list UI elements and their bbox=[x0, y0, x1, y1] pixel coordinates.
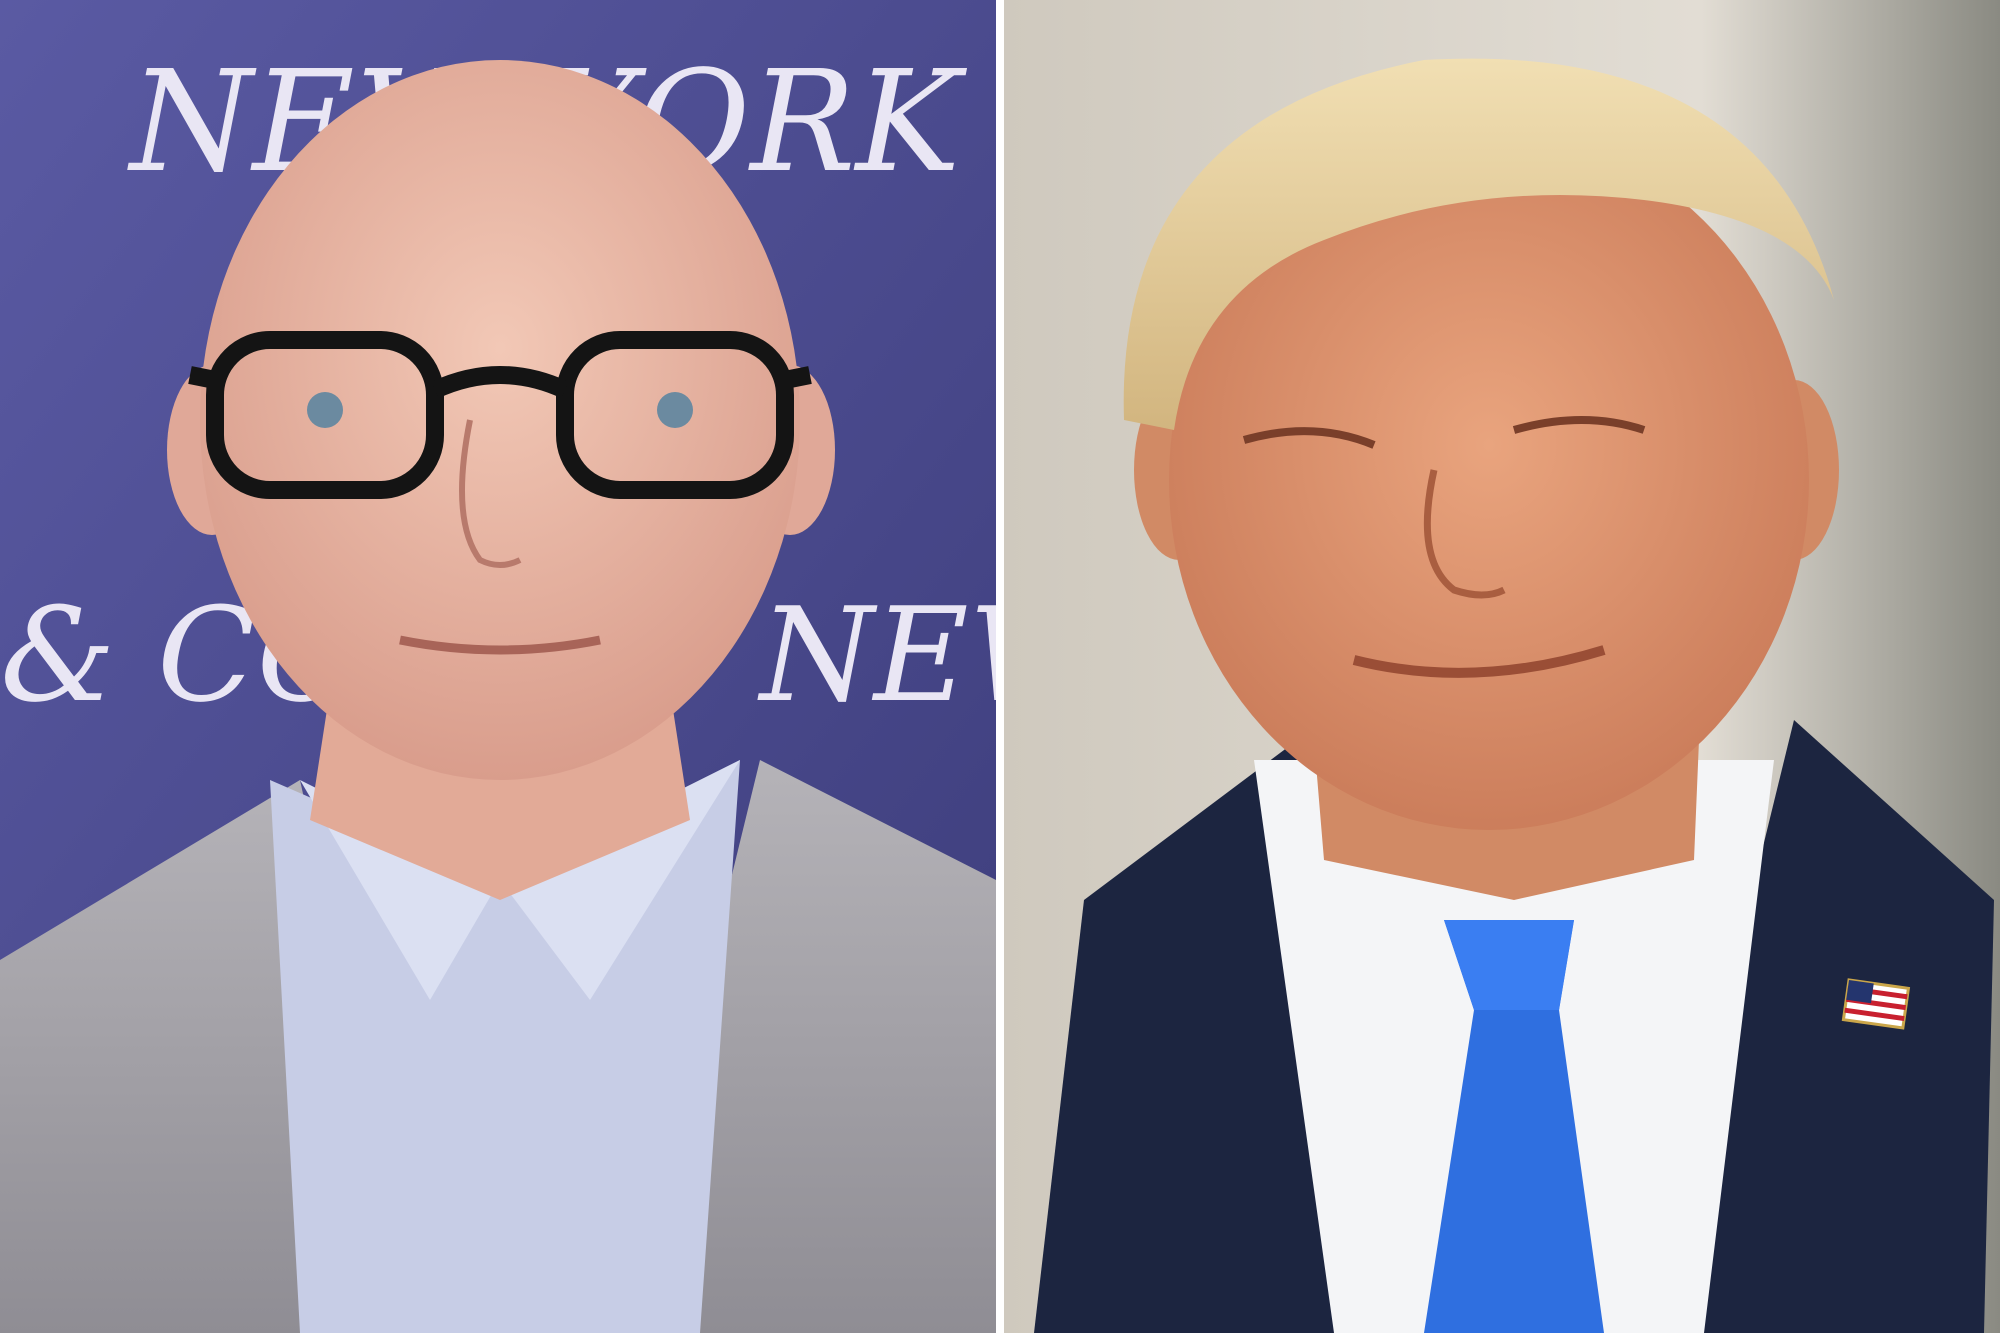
right-photo bbox=[1004, 0, 2000, 1333]
backdrop-text-right: NEW bbox=[757, 579, 996, 731]
photo-collage: NEW YORK & CO NEW bbox=[0, 0, 2000, 1333]
left-photo: NEW YORK & CO NEW bbox=[0, 0, 996, 1333]
us-flag-pin-icon bbox=[1841, 978, 1911, 1030]
left-photo-art: NEW YORK & CO NEW bbox=[0, 0, 996, 1333]
right-photo-art bbox=[1004, 0, 2000, 1333]
panel-divider bbox=[996, 0, 1004, 1333]
